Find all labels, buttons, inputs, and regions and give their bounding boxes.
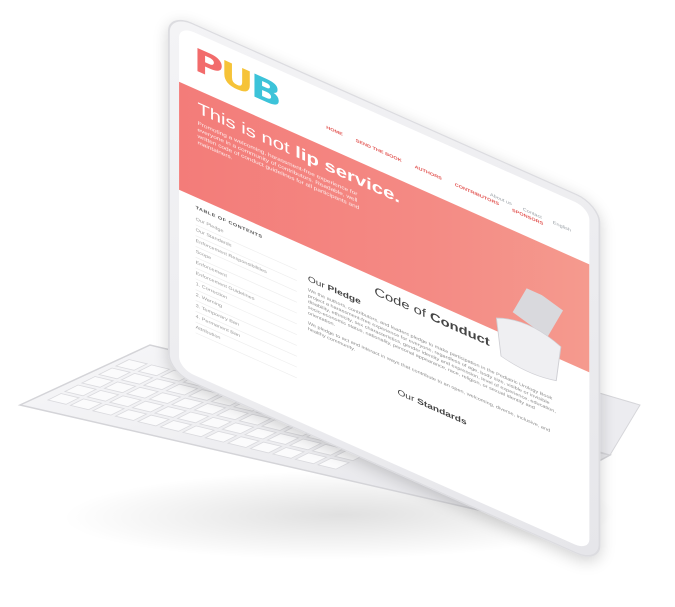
nav-send-book[interactable]: Send the book xyxy=(356,139,402,164)
language-selector[interactable]: English xyxy=(553,221,571,233)
logo-letter-b: B xyxy=(250,66,279,116)
tablet-device: PUB About us Contact English Home Send t… xyxy=(168,12,638,565)
logo-letter-u: U xyxy=(220,52,251,103)
nav-home[interactable]: Home xyxy=(326,126,343,138)
tablet-frame: PUB About us Contact English Home Send t… xyxy=(168,12,601,565)
nav-authors[interactable]: Authors xyxy=(415,165,442,181)
website-screen: PUB About us Contact English Home Send t… xyxy=(179,25,590,551)
logo-letter-p: P xyxy=(193,40,221,90)
